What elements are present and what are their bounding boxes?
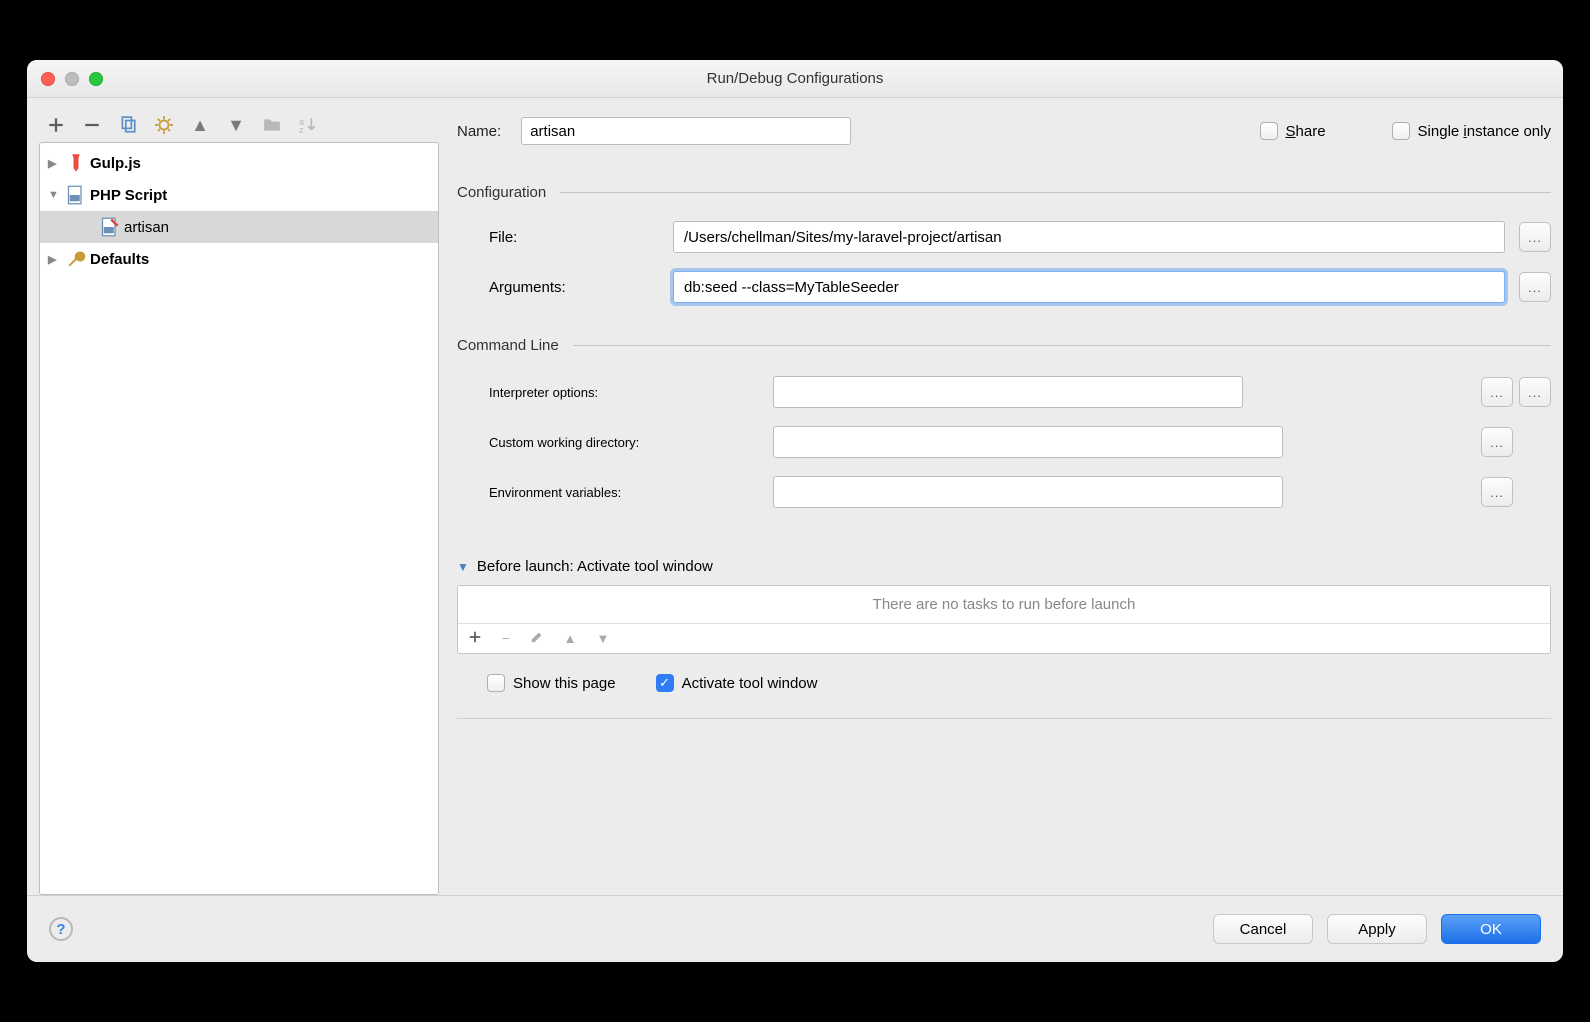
launch-options: Show this page ✓ Activate tool window xyxy=(457,654,1551,692)
section-label: Configuration xyxy=(457,184,546,201)
file-label: File: xyxy=(489,229,659,246)
name-label: Name: xyxy=(457,123,501,140)
browse-file-button[interactable]: ... xyxy=(1519,222,1551,252)
share-label: Share xyxy=(1286,123,1326,140)
move-down-button: ▼ xyxy=(225,114,247,136)
before-launch-disclosure[interactable]: ▼ Before launch: Activate tool window xyxy=(457,558,1551,575)
apply-button[interactable]: Apply xyxy=(1327,914,1427,944)
cancel-button[interactable]: Cancel xyxy=(1213,914,1313,944)
section-commandline: Command Line xyxy=(457,337,1551,354)
sort-button: az xyxy=(297,114,319,136)
remove-task-button: − xyxy=(502,631,510,646)
activate-tool-window-checkbox[interactable]: ✓ Activate tool window xyxy=(656,674,818,692)
add-config-button[interactable] xyxy=(45,114,67,136)
env-label: Environment variables: xyxy=(489,485,759,500)
cwd-input[interactable] xyxy=(773,426,1283,458)
checkbox-icon xyxy=(1392,122,1410,140)
remove-config-button[interactable] xyxy=(81,114,103,136)
checkbox-icon xyxy=(487,674,505,692)
sidebar: ▲ ▼ az ▶ Gulp.js ▼ xyxy=(39,108,439,895)
expand-interp-button-2[interactable]: ... xyxy=(1519,377,1551,407)
name-input[interactable] xyxy=(521,117,851,145)
php-file-icon xyxy=(100,217,120,237)
add-task-button[interactable] xyxy=(468,630,482,647)
folder-button xyxy=(261,114,283,136)
name-row: Name: Share Single instance only xyxy=(457,112,1551,150)
window-title: Run/Debug Configurations xyxy=(27,70,1563,87)
tree-item-php-script[interactable]: ▼ PHP Script xyxy=(40,179,438,211)
footer: ? Cancel Apply OK xyxy=(27,895,1563,962)
ok-button[interactable]: OK xyxy=(1441,914,1541,944)
tree-item-artisan[interactable]: artisan xyxy=(40,211,438,243)
move-task-up-button: ▲ xyxy=(564,631,577,646)
php-file-icon xyxy=(66,185,86,205)
show-page-label: Show this page xyxy=(513,675,616,692)
checkbox-icon: ✓ xyxy=(656,674,674,692)
copy-config-button[interactable] xyxy=(117,114,139,136)
edit-task-button xyxy=(530,630,544,647)
file-input[interactable] xyxy=(673,221,1505,253)
tasks-box: There are no tasks to run before launch … xyxy=(457,585,1551,654)
before-launch-section: ▼ Before launch: Activate tool window Th… xyxy=(457,558,1551,692)
disclosure-icon[interactable]: ▶ xyxy=(48,253,62,266)
titlebar: Run/Debug Configurations xyxy=(27,60,1563,98)
help-button[interactable]: ? xyxy=(49,917,73,941)
section-label: Command Line xyxy=(457,337,559,354)
content: ▲ ▼ az ▶ Gulp.js ▼ xyxy=(27,98,1563,895)
divider xyxy=(457,718,1551,719)
divider xyxy=(573,345,1551,346)
divider xyxy=(560,192,1551,193)
activate-label: Activate tool window xyxy=(682,675,818,692)
tree-label: Gulp.js xyxy=(90,155,141,172)
browse-cwd-button[interactable]: ... xyxy=(1481,427,1513,457)
single-instance-label: Single instance only xyxy=(1418,123,1551,140)
tasks-toolbar: − ▲ ▼ xyxy=(458,624,1550,653)
single-instance-checkbox[interactable]: Single instance only xyxy=(1392,122,1551,140)
expand-interp-button[interactable]: ... xyxy=(1481,377,1513,407)
disclosure-icon[interactable]: ▼ xyxy=(48,189,62,201)
arguments-label: Arguments: xyxy=(489,279,659,296)
config-tree[interactable]: ▶ Gulp.js ▼ PHP Script xyxy=(39,142,439,895)
tree-item-gulp[interactable]: ▶ Gulp.js xyxy=(40,147,438,179)
no-tasks-label: There are no tasks to run before launch xyxy=(458,586,1550,624)
config-grid: File: ... Arguments: ... xyxy=(457,221,1551,303)
disclosure-icon[interactable]: ▶ xyxy=(48,157,62,170)
checkbox-icon xyxy=(1260,122,1278,140)
disclosure-icon: ▼ xyxy=(457,560,469,574)
interpreter-options-input[interactable] xyxy=(773,376,1243,408)
move-up-button: ▲ xyxy=(189,114,211,136)
main-panel: Name: Share Single instance only Configu… xyxy=(439,108,1551,895)
edit-templates-button[interactable] xyxy=(153,114,175,136)
arguments-input[interactable] xyxy=(673,271,1505,303)
share-checkbox[interactable]: Share xyxy=(1260,122,1326,140)
svg-text:z: z xyxy=(299,125,304,134)
section-configuration: Configuration xyxy=(457,184,1551,201)
tree-item-defaults[interactable]: ▶ Defaults xyxy=(40,243,438,275)
cwd-label: Custom working directory: xyxy=(489,435,759,450)
sidebar-toolbar: ▲ ▼ az xyxy=(39,108,439,142)
tree-label: PHP Script xyxy=(90,187,167,204)
before-launch-label: Before launch: Activate tool window xyxy=(477,558,713,575)
browse-env-button[interactable]: ... xyxy=(1481,477,1513,507)
env-input[interactable] xyxy=(773,476,1283,508)
footer-buttons: Cancel Apply OK xyxy=(1213,914,1541,944)
interpreter-options-label: Interpreter options: xyxy=(489,385,759,400)
show-page-checkbox[interactable]: Show this page xyxy=(487,674,616,692)
expand-arguments-button[interactable]: ... xyxy=(1519,272,1551,302)
tree-label: artisan xyxy=(124,219,169,236)
gulp-icon xyxy=(66,153,86,173)
move-task-down-button: ▼ xyxy=(596,631,609,646)
cmdline-grid: Interpreter options: ... ... Custom work… xyxy=(457,376,1551,508)
dialog-window: Run/Debug Configurations ▲ ▼ xyxy=(27,60,1563,962)
wrench-icon xyxy=(66,249,86,269)
tree-label: Defaults xyxy=(90,251,149,268)
